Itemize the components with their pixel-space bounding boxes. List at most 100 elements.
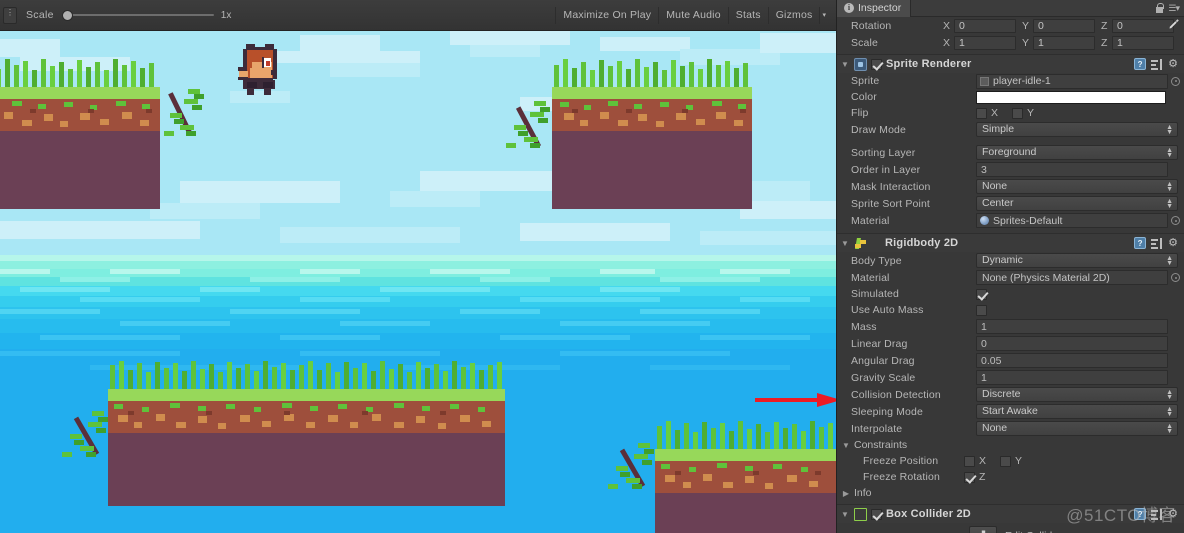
sprite-renderer-enabled-checkbox[interactable] <box>871 58 882 70</box>
gravity-scale-row: Gravity Scale 1 <box>837 369 1184 386</box>
stats-button[interactable]: Stats <box>727 6 768 24</box>
chevron-updown-icon: ▲ ▼ <box>1166 406 1173 418</box>
rotation-x-input[interactable]: 0 <box>954 18 1016 33</box>
platform-top-right <box>552 59 752 209</box>
chevron-updown-icon: ▲ ▼ <box>1166 423 1173 435</box>
angular-drag-row: Angular Drag 0.05 <box>837 352 1184 369</box>
sorting-layer-row: Sorting Layer Foreground ▲ ▼ <box>837 144 1184 161</box>
constraints-foldout-row[interactable]: ▼ Constraints <box>837 437 1184 453</box>
gear-icon[interactable]: ⚙ <box>1168 58 1178 70</box>
body-type-dropdown[interactable]: Dynamic ▲ ▼ <box>976 253 1178 268</box>
foldout-triangle-collapsed-icon[interactable]: ▶ <box>841 489 851 498</box>
help-icon[interactable]: ? <box>1134 237 1147 249</box>
maximize-on-play-button[interactable]: Maximize On Play <box>555 6 658 24</box>
platform-lower-middle <box>50 361 505 506</box>
sleeping-mode-dropdown[interactable]: Start Awake ▲ ▼ <box>976 404 1178 419</box>
rotation-y-input[interactable]: 0 <box>1033 18 1095 33</box>
freeze-rotation-row: Freeze Rotation Z <box>837 469 1184 485</box>
chevron-updown-icon: ▲ ▼ <box>1166 255 1173 267</box>
foldout-triangle-icon[interactable]: ▼ <box>841 441 851 450</box>
component-header-rigidbody-2d[interactable]: ▼ Rigidbody 2D ? ⚙ <box>837 233 1184 252</box>
game-view-canvas[interactable] <box>0 31 836 533</box>
scale-vector: X 1 Y 1 Z 1 <box>943 35 1184 50</box>
help-icon[interactable]: ? <box>1134 508 1147 520</box>
color-swatch[interactable] <box>976 90 1166 104</box>
edit-collider-button[interactable] <box>969 526 997 533</box>
flip-y-checkbox[interactable] <box>1012 107 1024 119</box>
simulated-checkbox[interactable] <box>976 288 987 300</box>
flip-y-label: Y <box>1027 107 1035 119</box>
collision-detection-dropdown[interactable]: Discrete ▲ ▼ <box>976 387 1178 402</box>
freeze-rotation-z-checkbox[interactable] <box>964 471 975 483</box>
constraints-label: Constraints <box>854 439 908 451</box>
sprite-sort-point-label: Sprite Sort Point <box>851 197 931 210</box>
scale-slider[interactable] <box>61 8 214 22</box>
sprite-renderer-icon <box>854 57 867 71</box>
box-collider-2d-header-actions: ? ⚙ <box>1134 508 1184 520</box>
component-header-sprite-renderer[interactable]: ▼ Sprite Renderer ? ⚙ <box>837 54 1184 73</box>
interpolate-row: Interpolate None ▲ ▼ <box>837 420 1184 437</box>
lock-icon[interactable] <box>1155 3 1165 13</box>
foldout-triangle-icon[interactable]: ▼ <box>840 510 850 519</box>
info-foldout-row[interactable]: ▶ Info <box>837 485 1184 501</box>
scale-z-input[interactable]: 1 <box>1112 35 1174 50</box>
linear-drag-input[interactable]: 0 <box>976 336 1168 351</box>
unity-editor-window: ⋮ Scale 1x Maximize On Play Mute Audio S… <box>0 0 1184 533</box>
order-in-layer-input[interactable]: 3 <box>976 162 1168 177</box>
use-auto-mass-checkbox[interactable] <box>976 304 987 316</box>
sprite-sort-point-dropdown[interactable]: Center ▲ ▼ <box>976 196 1178 211</box>
help-icon[interactable]: ? <box>1134 58 1147 70</box>
gear-icon[interactable]: ⚙ <box>1168 237 1178 249</box>
linear-drag-row: Linear Drag 0 <box>837 335 1184 352</box>
inspector-tabbar: i Inspector ☰▾ <box>837 0 1184 17</box>
preset-icon[interactable] <box>1151 508 1163 520</box>
scale-x-input[interactable]: 1 <box>954 35 1016 50</box>
preset-icon[interactable] <box>1151 237 1163 249</box>
freeze-rotation-label: Freeze Rotation <box>863 471 940 483</box>
options-menu-icon[interactable]: ☰▾ <box>1168 3 1180 14</box>
interpolate-dropdown[interactable]: None ▲ ▼ <box>976 421 1178 436</box>
inspector-panel: i Inspector ☰▾ Rotation X 0 Y 0 Z 0 Scal… <box>836 0 1184 533</box>
vine-lower-left <box>58 411 118 465</box>
sr-material-object-field[interactable]: Sprites-Default <box>976 213 1180 228</box>
rb-material-picker-icon[interactable] <box>1171 273 1180 282</box>
box-collider-2d-icon <box>854 507 867 521</box>
scale-y-input[interactable]: 1 <box>1033 35 1095 50</box>
sr-material-picker-icon[interactable] <box>1171 216 1180 225</box>
foldout-triangle-icon[interactable]: ▼ <box>840 60 850 69</box>
rb-material-object-field[interactable]: None (Physics Material 2D) <box>976 270 1180 285</box>
flip-x-checkbox[interactable] <box>976 107 987 119</box>
freeze-position-x-checkbox[interactable] <box>964 455 975 467</box>
freeze-position-y-checkbox[interactable] <box>1000 455 1012 467</box>
gear-icon[interactable]: ⚙ <box>1168 508 1178 520</box>
box-collider-enabled-checkbox[interactable] <box>871 508 882 520</box>
rotation-z-input[interactable]: 0 <box>1112 18 1174 33</box>
sorting-layer-dropdown[interactable]: Foreground ▲ ▼ <box>976 145 1178 160</box>
transform-scale-row: Scale X 1 Y 1 Z 1 <box>837 34 1184 51</box>
sprite-picker-icon[interactable] <box>1171 76 1180 86</box>
eyedropper-icon[interactable] <box>1168 18 1180 30</box>
body-type-label: Body Type <box>851 254 902 267</box>
mass-input[interactable]: 1 <box>976 319 1168 334</box>
scale-slider-knob[interactable] <box>61 10 73 21</box>
gravity-scale-input[interactable]: 1 <box>976 370 1168 385</box>
sorting-layer-label: Sorting Layer <box>851 146 916 159</box>
sprite-thumbnail-icon <box>980 76 989 86</box>
gizmos-button[interactable]: Gizmos <box>767 6 820 24</box>
color-row: Color <box>837 19 1184 105</box>
angular-drag-input[interactable]: 0.05 <box>976 353 1168 368</box>
sprite-object-field[interactable]: player-idle-1 <box>976 73 1180 89</box>
tab-inspector[interactable]: i Inspector <box>837 0 912 17</box>
mute-audio-button[interactable]: Mute Audio <box>658 6 728 24</box>
draw-mode-dropdown[interactable]: Simple ▲ ▼ <box>976 122 1178 137</box>
aspect-stepper-icon[interactable]: ⋮ <box>3 6 17 24</box>
scale-z-axis-label: Z <box>1101 36 1108 49</box>
foldout-triangle-icon[interactable]: ▼ <box>840 239 850 248</box>
mask-interaction-label: Mask Interaction <box>851 180 931 193</box>
mask-interaction-dropdown[interactable]: None ▲ ▼ <box>976 179 1178 194</box>
player-sprite-fox <box>238 44 286 96</box>
preset-icon[interactable] <box>1151 58 1163 70</box>
sprite-renderer-title: Sprite Renderer <box>886 58 972 70</box>
gizmos-dropdown-caret-icon[interactable]: ▾ <box>819 6 832 24</box>
component-header-box-collider-2d[interactable]: ▼ Box Collider 2D ? ⚙ <box>837 504 1184 523</box>
